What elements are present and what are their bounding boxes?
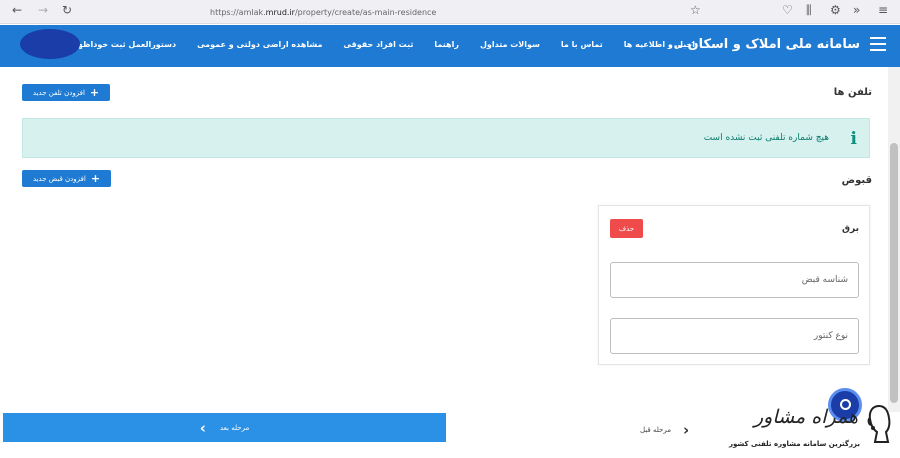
address-bar[interactable]: https://amlak.mrud.ir/property/create/as… <box>150 3 710 21</box>
chevron-right-icon: › <box>683 421 690 439</box>
watermark-brand: همراه مشاور <box>753 406 858 428</box>
forward-arrow-icon[interactable]: → <box>38 3 48 17</box>
site-header: سامانه ملی املاک و اسکان ... اخبار و اطل… <box>0 25 900 67</box>
add-bill-label: افزودن قبض جدید <box>32 174 86 183</box>
url-text: https://amlak.mrud.ir/property/create/as… <box>210 7 437 17</box>
next-step-label: مرحله بعد <box>219 423 250 432</box>
hamburger-menu-icon[interactable] <box>870 37 886 53</box>
page-scrollbar[interactable] <box>888 67 900 412</box>
nav-news[interactable]: اخبار و اطلاعیه ها <box>624 40 695 49</box>
more-tools-icon[interactable]: » <box>853 3 860 17</box>
next-step-button[interactable]: ‹ مرحله بعد <box>3 413 446 442</box>
plus-icon: + <box>89 86 100 99</box>
bill-card-title: برق <box>841 224 859 234</box>
chevron-left-icon: ‹ <box>199 418 206 437</box>
app-menu-icon[interactable]: ≡ <box>878 3 888 17</box>
info-icon: i <box>850 129 857 149</box>
add-bill-button[interactable]: + افزودن قبض جدید <box>22 170 111 187</box>
redacted-user-avatar[interactable] <box>20 29 80 59</box>
phones-section-label: تلفن ها <box>833 87 872 98</box>
back-arrow-icon[interactable]: ← <box>12 3 22 17</box>
library-icon[interactable]: ⫼ <box>806 3 812 18</box>
plus-icon: + <box>90 172 101 185</box>
nav-public-lands[interactable]: مشاهده اراضی دولتی و عمومی <box>197 40 322 49</box>
pocket-icon[interactable]: ♡ <box>782 3 793 17</box>
add-phone-label: افزودن تلفن جدید <box>32 88 85 97</box>
bookmark-star-icon[interactable]: ☆ <box>690 3 701 17</box>
electricity-bill-card: برق حذف شناسه قبض نوع کنتور <box>598 205 870 365</box>
previous-step-button[interactable]: مرحله قبل › <box>640 420 689 440</box>
nav-faq[interactable]: سوالات متداول <box>480 40 540 49</box>
delete-bill-button[interactable]: حذف <box>610 219 643 238</box>
header-nav: اخبار و اطلاعیه ها تماس با ما سوالات متد… <box>63 40 695 49</box>
no-phone-message: هیچ شماره تلفنی ثبت نشده است <box>703 133 829 143</box>
nav-legal-entities[interactable]: ثبت افراد حقوقی <box>343 40 413 49</box>
no-phone-alert: i هیچ شماره تلفنی ثبت نشده است <box>22 118 870 158</box>
browser-toolbar: ← → ↻ https://amlak.mrud.ir/property/cre… <box>0 0 900 24</box>
add-phone-button[interactable]: + افزودن تلفن جدید <box>22 84 110 101</box>
watermark-tagline: بزرگترین سامانه مشاوره تلفنی کشور <box>729 440 860 448</box>
bills-section-label: قبوض <box>841 175 872 186</box>
previous-step-label: مرحله قبل <box>640 426 671 434</box>
site-title[interactable]: سامانه ملی املاک و اسکان ... <box>668 37 860 52</box>
meter-type-field[interactable]: نوع کنتور <box>610 318 859 354</box>
nav-contact[interactable]: تماس با ما <box>561 40 603 49</box>
nav-guide[interactable]: راهنما <box>434 40 459 49</box>
bill-id-field[interactable]: شناسه قبض <box>610 262 859 298</box>
extensions-icon[interactable]: ⚙ <box>830 3 841 17</box>
watermark-logo: همراه مشاور بزرگترین سامانه مشاوره تلفنی… <box>729 400 900 458</box>
scrollbar-thumb[interactable] <box>890 143 898 403</box>
reload-icon[interactable]: ↻ <box>62 3 72 17</box>
headset-person-icon <box>867 404 891 443</box>
